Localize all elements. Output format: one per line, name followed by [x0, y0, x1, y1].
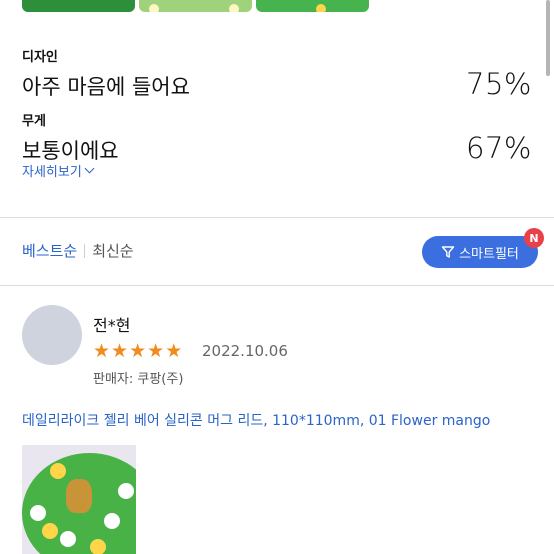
review-date: 2022.10.06 [202, 342, 288, 360]
flower-decoration [149, 4, 159, 12]
flower-decoration [52, 465, 64, 477]
photo-thumbnail[interactable] [256, 0, 369, 12]
section-divider [0, 285, 554, 286]
product-option-link[interactable]: 데일리라이크 젤리 베어 실리콘 머그 리드, 110*110mm, 01 Fl… [22, 410, 490, 430]
rating-percent: 75% [466, 67, 532, 101]
reviewer-name: 전*현 [93, 316, 131, 335]
filter-funnel-icon [441, 246, 455, 258]
star-icon: ★ [129, 340, 147, 362]
scrollbar[interactable] [546, 0, 550, 76]
chevron-down-icon [84, 163, 95, 174]
smart-filter-button[interactable]: 스마트필터 [422, 236, 538, 268]
star-icon: ★ [165, 340, 183, 362]
rating-summary-design: 디자인 아주 마음에 들어요 75% [22, 46, 532, 101]
bear-figure-image [66, 479, 92, 513]
see-more-label: 자세히보기 [22, 165, 82, 180]
rating-label: 무게 [22, 114, 46, 129]
rating-summary-weight: 무게 보통이에요 67% [22, 110, 532, 165]
sort-latest-button[interactable]: 최신순 [92, 240, 133, 261]
sort-best-button[interactable]: 베스트순 [22, 240, 77, 261]
flower-decoration [316, 4, 326, 12]
flower-decoration [92, 541, 104, 553]
flower-decoration [32, 507, 44, 519]
avatar [22, 305, 82, 365]
photo-thumbnail[interactable] [139, 0, 252, 12]
sort-options: 베스트순 최신순 [22, 240, 134, 261]
see-more-link[interactable]: 자세히보기 [22, 161, 95, 180]
rating-label: 디자인 [22, 50, 58, 65]
seller-info: 판매자: 쿠팡(주) [93, 372, 184, 387]
flower-decoration [120, 485, 132, 497]
photo-thumbnail[interactable] [22, 0, 135, 12]
flower-decoration [229, 4, 239, 12]
new-badge: N [524, 228, 544, 248]
rating-answer: 아주 마음에 들어요 [22, 75, 190, 99]
photo-thumbnail-strip [0, 0, 554, 12]
section-divider [0, 217, 554, 218]
sort-separator [84, 243, 86, 258]
star-rating: ★ ★ ★ ★ ★ [93, 341, 182, 361]
star-icon: ★ [111, 340, 129, 362]
flower-decoration [44, 525, 56, 537]
flower-decoration [62, 533, 74, 545]
review-photo[interactable] [22, 445, 136, 554]
flower-decoration [106, 515, 118, 527]
star-icon: ★ [147, 340, 165, 362]
star-icon: ★ [93, 340, 111, 362]
rating-percent: 67% [466, 131, 532, 165]
smart-filter-label: 스마트필터 [459, 246, 519, 262]
